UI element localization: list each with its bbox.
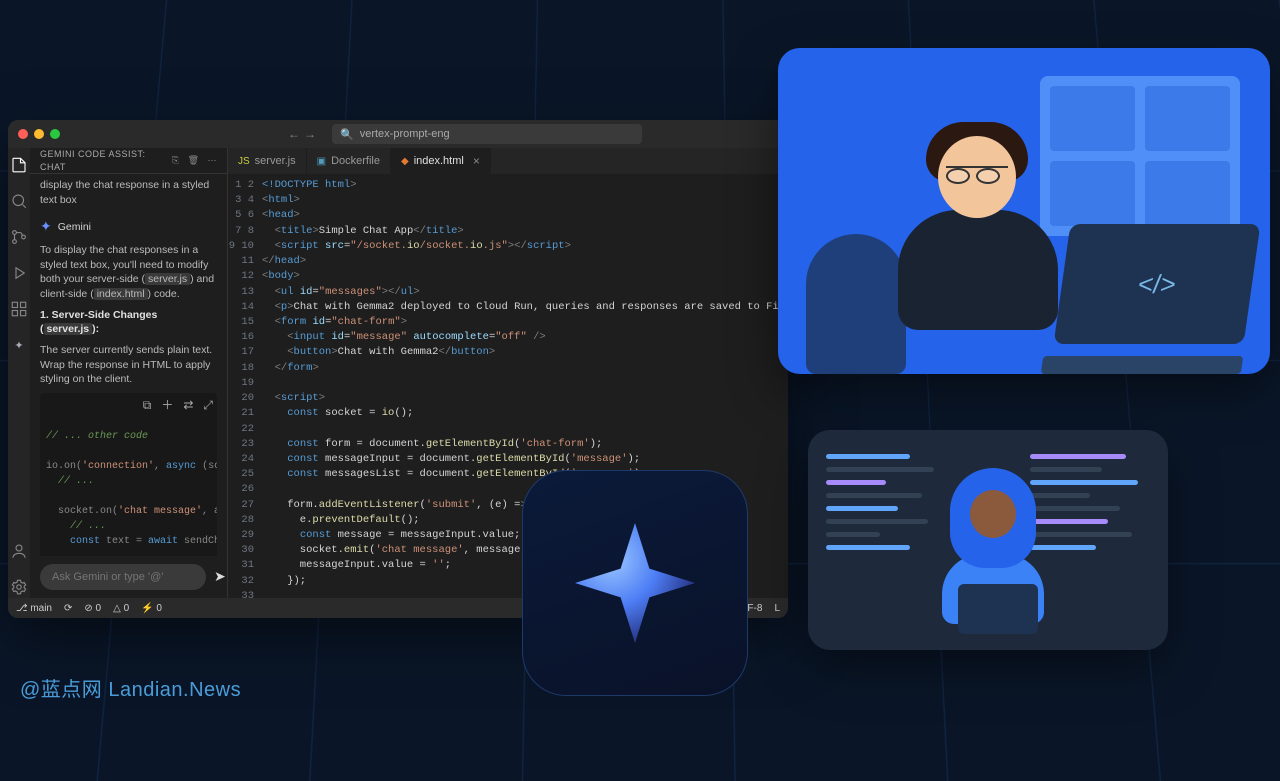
gemini-app-tile (522, 470, 748, 696)
expand-icon[interactable]: ⤢ (203, 397, 213, 415)
assistant-badge: ✦ Gemini (40, 217, 217, 237)
branch-indicator[interactable]: ⎇ main (16, 603, 52, 614)
command-center[interactable]: 🔍 vertex-prompt-eng (332, 124, 642, 144)
chat-input[interactable] (40, 564, 206, 590)
window-controls (18, 129, 60, 139)
chat-panel: GEMINI CODE ASSIST: CHAT ⎘ 🗑 ⋯ display t… (30, 148, 228, 598)
code-bracket-icon: </> (1136, 269, 1178, 300)
diff-icon[interactable]: ⇄ (183, 397, 193, 415)
warnings-count[interactable]: △ 0 (113, 603, 129, 614)
tab-server-js[interactable]: JS server.js (228, 148, 307, 174)
tab-label: Dockerfile (331, 155, 380, 167)
insert-icon[interactable]: ＋ (161, 397, 173, 415)
response-intro: To display the chat responses in a style… (40, 243, 217, 302)
gemini-sparkle-icon[interactable]: ✦ (8, 334, 30, 356)
laptop-graphic: </> (1032, 224, 1252, 374)
extensions-icon[interactable] (8, 298, 30, 320)
account-icon[interactable] (8, 540, 30, 562)
debug-icon[interactable] (8, 262, 30, 284)
errors-count[interactable]: ⊘ 0 (84, 603, 101, 614)
pin-icon[interactable]: ⎘ (172, 154, 180, 167)
search-icon: 🔍 (340, 128, 354, 141)
titlebar: ← → 🔍 vertex-prompt-eng (8, 120, 788, 148)
settings-gear-icon[interactable] (8, 576, 30, 598)
activity-bar: ✦ (8, 148, 30, 598)
illustration-card-coder (808, 430, 1168, 650)
nav-back-icon[interactable]: ← (288, 127, 300, 141)
ports-count[interactable]: ⚡ 0 (141, 603, 162, 614)
assistant-name: Gemini (58, 220, 91, 235)
docker-file-icon: ▣ (317, 156, 326, 167)
tabs-row: JS server.js ▣ Dockerfile ◆ index.html × (228, 148, 788, 174)
chat-header-title: GEMINI CODE ASSIST: CHAT (40, 148, 172, 173)
watermark: @蓝点网 Landian.News (20, 673, 241, 702)
nav-forward-icon[interactable]: → (304, 127, 316, 141)
chat-header: GEMINI CODE ASSIST: CHAT ⎘ 🗑 ⋯ (30, 148, 227, 174)
more-icon[interactable]: ⋯ (208, 154, 218, 167)
workspace-name: vertex-prompt-eng (360, 128, 450, 140)
tab-index-html[interactable]: ◆ index.html × (391, 148, 491, 174)
trash-icon[interactable]: 🗑 (188, 154, 200, 167)
maximize-window-icon[interactable] (50, 129, 60, 139)
chat-body: display the chat response in a styled te… (30, 174, 227, 556)
user-prompt: display the chat response in a styled te… (40, 178, 217, 207)
code-preview: ⧉ ＋ ⇄ ⤢ // ... other code io.on('connect… (40, 393, 217, 556)
sparkle-icon: ✦ (40, 217, 52, 237)
chat-input-row: ➤ (30, 556, 227, 598)
gutter: 1 2 3 4 5 6 7 8 9 10 11 12 13 14 15 16 1… (228, 174, 262, 598)
html-file-icon: ◆ (401, 156, 409, 167)
tab-label: index.html (414, 155, 464, 167)
tab-label: server.js (255, 155, 296, 167)
send-icon[interactable]: ➤ (214, 567, 226, 587)
person-graphic (928, 462, 1058, 642)
close-tab-icon[interactable]: × (473, 154, 480, 168)
gemini-star-icon (575, 523, 695, 643)
section-heading: 1. Server-Side Changes (server.js): (40, 308, 217, 337)
js-file-icon: JS (238, 156, 250, 167)
eol-indicator[interactable]: L (774, 603, 780, 614)
search-view-icon[interactable] (8, 190, 30, 212)
source-control-icon[interactable] (8, 226, 30, 248)
copy-icon[interactable]: ⧉ (143, 397, 152, 415)
minimize-window-icon[interactable] (34, 129, 44, 139)
explorer-icon[interactable] (8, 154, 30, 176)
nav-arrows: ← → (288, 127, 316, 141)
section-body: The server currently sends plain text. W… (40, 343, 217, 387)
close-window-icon[interactable] (18, 129, 28, 139)
tab-dockerfile[interactable]: ▣ Dockerfile (307, 148, 391, 174)
sync-icon[interactable]: ⟳ (64, 603, 72, 614)
illustration-card-developer: </> (778, 48, 1270, 374)
